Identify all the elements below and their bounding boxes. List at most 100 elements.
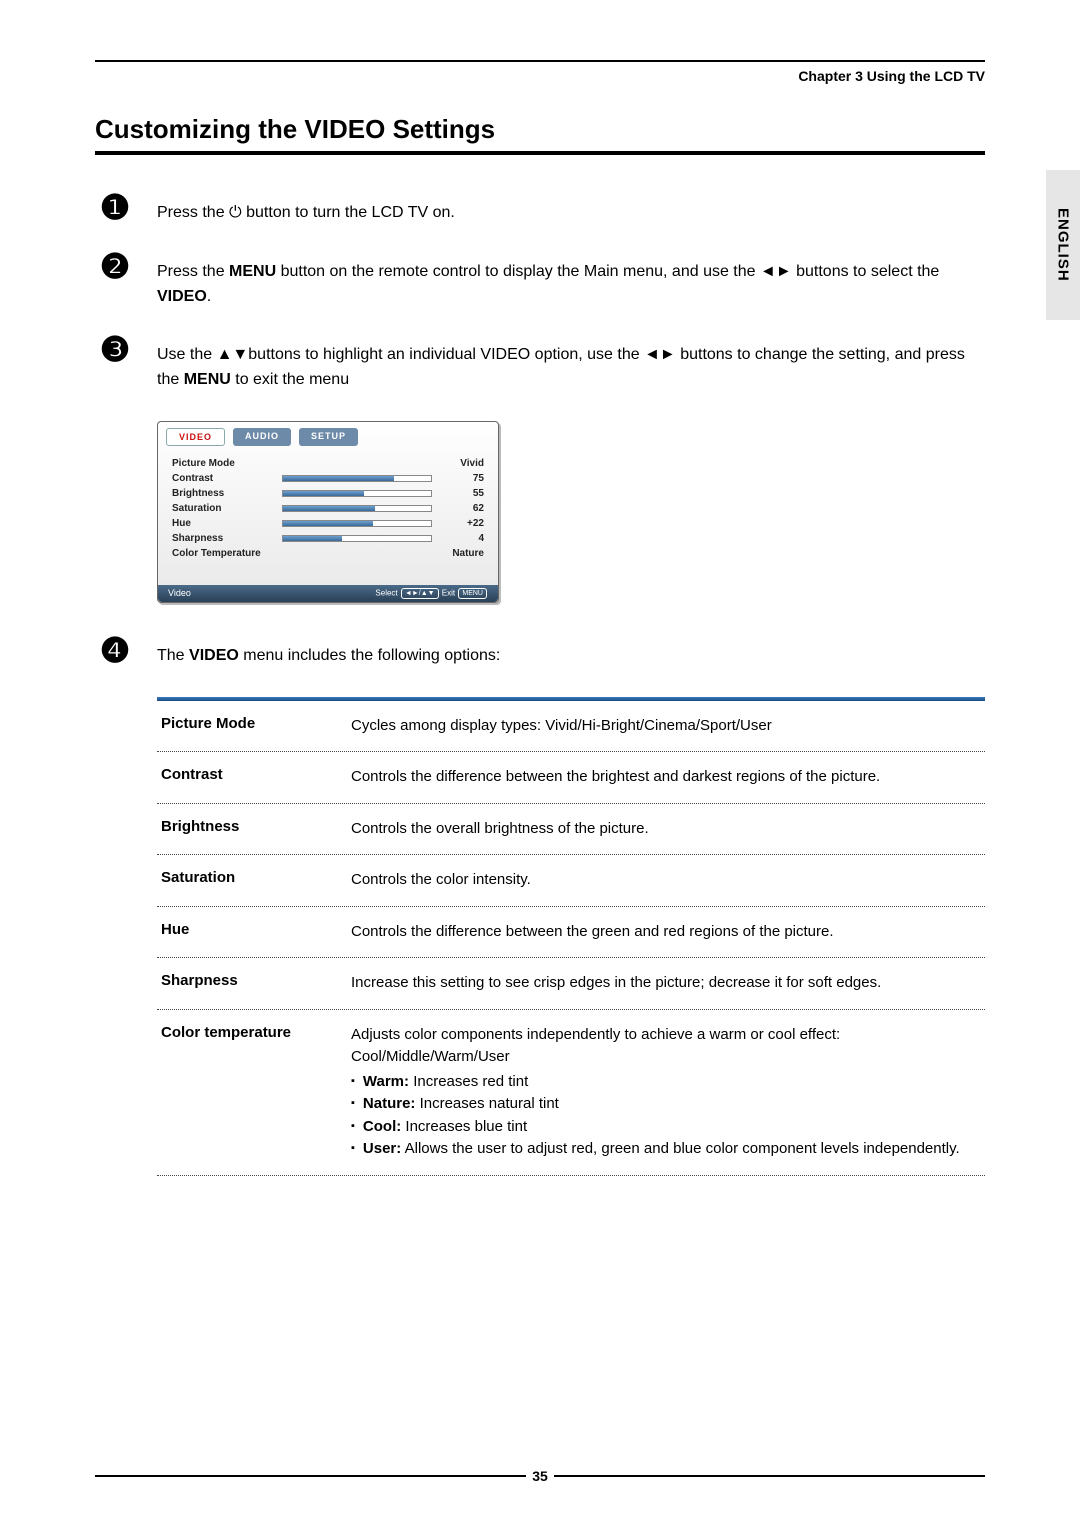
video-menu-screenshot: VIDEO AUDIO SETUP Picture Mode Vivid Con… bbox=[157, 421, 499, 603]
menu-keyword: MENU bbox=[229, 263, 276, 280]
step-1-number: ❶ bbox=[95, 191, 135, 225]
step-1: ❶ Press the ⏻ button to turn the LCD TV … bbox=[95, 195, 985, 226]
menu-footer-left: Video bbox=[168, 588, 191, 599]
opt-desc: Increase this setting to see crisp edges… bbox=[351, 972, 981, 995]
opt-desc: Controls the difference between the brig… bbox=[351, 766, 981, 789]
step-1-body: Press the ⏻ button to turn the LCD TV on… bbox=[157, 195, 985, 226]
step-3-body: Use the ▲▼buttons to highlight an indivi… bbox=[157, 337, 985, 393]
t: Use the bbox=[157, 346, 217, 363]
t: to exit the menu bbox=[231, 371, 349, 388]
t: menu includes the following options: bbox=[239, 647, 501, 664]
step-1-text-pre: Press the bbox=[157, 204, 229, 221]
step-1-text-post: button to turn the LCD TV on. bbox=[242, 204, 455, 221]
slider-bar bbox=[282, 490, 432, 497]
t: Select bbox=[375, 589, 397, 598]
m-val: Vivid bbox=[442, 458, 484, 469]
chapter-header: Chapter 3 Using the LCD TV bbox=[95, 68, 985, 84]
t: Exit bbox=[442, 589, 455, 598]
b: Warm: bbox=[363, 1073, 409, 1090]
footer-rule-left bbox=[95, 1475, 526, 1477]
m-label: Brightness bbox=[172, 488, 282, 499]
m-val: 75 bbox=[442, 473, 484, 484]
ct-bullet-warm: Warm: Increases red tint bbox=[351, 1071, 981, 1094]
t: Allows the user to adjust red, green and… bbox=[401, 1140, 959, 1157]
t: Increases natural tint bbox=[415, 1095, 558, 1112]
tab-setup: SETUP bbox=[299, 428, 358, 446]
t: . bbox=[207, 288, 211, 305]
language-tab: ENGLISH bbox=[1046, 170, 1080, 320]
menu-tabs: VIDEO AUDIO SETUP bbox=[158, 422, 498, 446]
language-tab-label: ENGLISH bbox=[1055, 208, 1072, 282]
step-4: ❹ The VIDEO menu includes the following … bbox=[95, 638, 985, 669]
video-keyword: VIDEO bbox=[157, 288, 207, 305]
t: The bbox=[157, 647, 189, 664]
opt-name: Picture Mode bbox=[161, 715, 351, 738]
step-3: ❸ Use the ▲▼buttons to highlight an indi… bbox=[95, 337, 985, 393]
menu-footer: Video Select ◄►/▲▼ Exit MENU bbox=[158, 585, 498, 602]
slider-fill bbox=[283, 491, 364, 496]
footer-rule-right bbox=[554, 1475, 985, 1477]
ct-desc-text: Adjusts color components independently t… bbox=[351, 1026, 840, 1066]
step-2: ❷ Press the MENU button on the remote co… bbox=[95, 254, 985, 310]
opt-desc: Controls the difference between the gree… bbox=[351, 921, 981, 944]
step-2-body: Press the MENU button on the remote cont… bbox=[157, 254, 985, 310]
page-footer: 35 bbox=[95, 1468, 985, 1484]
t: Increases blue tint bbox=[401, 1118, 527, 1135]
slider-fill bbox=[283, 506, 375, 511]
slider-bar bbox=[282, 520, 432, 527]
menu-row-sharpness: Sharpness 4 bbox=[172, 531, 484, 546]
menu-key-icon: MENU bbox=[458, 588, 487, 599]
step-4-number: ❹ bbox=[95, 634, 135, 668]
left-right-arrows-icon: ◄► bbox=[644, 346, 676, 363]
slider-bar bbox=[282, 535, 432, 542]
m-label: Sharpness bbox=[172, 533, 282, 544]
t: Press the bbox=[157, 263, 229, 280]
options-table: Picture Mode Cycles among display types:… bbox=[157, 701, 985, 1176]
m-label: Contrast bbox=[172, 473, 282, 484]
t: buttons to highlight an individual VIDEO… bbox=[248, 346, 644, 363]
b: Cool: bbox=[363, 1118, 401, 1135]
nav-key-icon: ◄►/▲▼ bbox=[401, 588, 439, 599]
option-contrast: Contrast Controls the difference between… bbox=[157, 752, 985, 804]
menu-row-color-temperature: Color Temperature Nature bbox=[172, 546, 484, 561]
slider-fill bbox=[283, 536, 342, 541]
b: Nature: bbox=[363, 1095, 416, 1112]
ct-bullet-nature: Nature: Increases natural tint bbox=[351, 1093, 981, 1116]
b: User: bbox=[363, 1140, 401, 1157]
title-rule bbox=[95, 151, 985, 155]
menu-row-brightness: Brightness 55 bbox=[172, 486, 484, 501]
step-4-body: The VIDEO menu includes the following op… bbox=[157, 638, 985, 669]
option-saturation: Saturation Controls the color intensity. bbox=[157, 855, 985, 907]
m-val: 55 bbox=[442, 488, 484, 499]
video-keyword: VIDEO bbox=[189, 647, 239, 664]
tab-audio: AUDIO bbox=[233, 428, 291, 446]
opt-name: Sharpness bbox=[161, 972, 351, 995]
option-picture-mode: Picture Mode Cycles among display types:… bbox=[157, 701, 985, 753]
step-3-number: ❸ bbox=[95, 333, 135, 367]
opt-name: Color temperature bbox=[161, 1024, 351, 1161]
opt-desc: Adjusts color components independently t… bbox=[351, 1024, 981, 1161]
slider-bar bbox=[282, 505, 432, 512]
opt-name: Saturation bbox=[161, 869, 351, 892]
option-brightness: Brightness Controls the overall brightne… bbox=[157, 804, 985, 856]
ct-bullet-user: User: Allows the user to adjust red, gre… bbox=[351, 1138, 981, 1161]
menu-row-picture-mode: Picture Mode Vivid bbox=[172, 456, 484, 471]
t: Increases red tint bbox=[409, 1073, 528, 1090]
m-val: Nature bbox=[442, 548, 484, 559]
left-right-arrows-icon: ◄► bbox=[760, 263, 792, 280]
step-2-number: ❷ bbox=[95, 250, 135, 284]
top-rule bbox=[95, 60, 985, 62]
opt-name: Brightness bbox=[161, 818, 351, 841]
m-val: 62 bbox=[442, 503, 484, 514]
opt-name: Hue bbox=[161, 921, 351, 944]
opt-desc: Cycles among display types: Vivid/Hi-Bri… bbox=[351, 715, 981, 738]
m-val: +22 bbox=[442, 518, 484, 529]
page-number: 35 bbox=[526, 1468, 554, 1484]
opt-desc: Controls the overall brightness of the p… bbox=[351, 818, 981, 841]
power-icon: ⏻ bbox=[229, 204, 242, 221]
menu-body: Picture Mode Vivid Contrast 75 Brightnes… bbox=[158, 446, 498, 585]
t: button on the remote control to display … bbox=[276, 263, 760, 280]
tab-video: VIDEO bbox=[166, 428, 225, 446]
option-sharpness: Sharpness Increase this setting to see c… bbox=[157, 958, 985, 1010]
m-val: 4 bbox=[442, 533, 484, 544]
